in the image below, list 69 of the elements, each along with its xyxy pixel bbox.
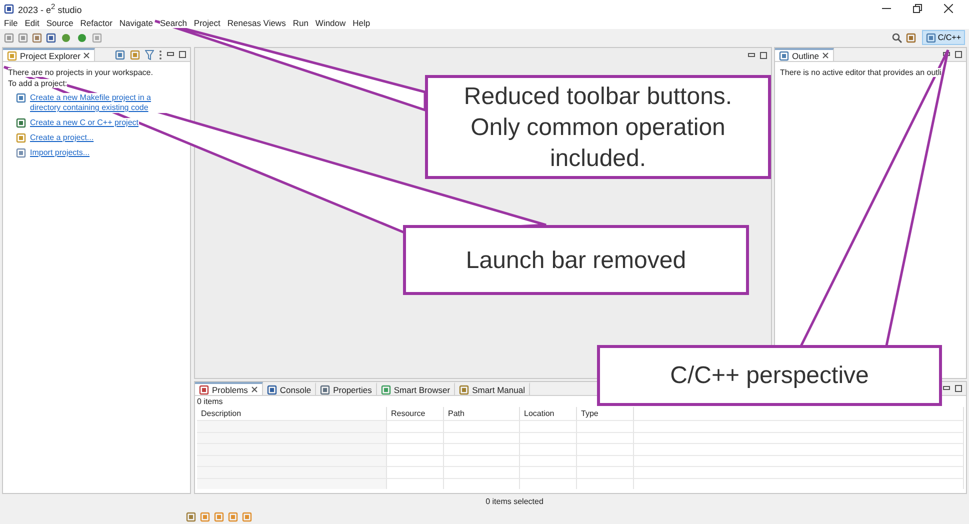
table-cell <box>387 420 444 432</box>
menu-item[interactable]: Refactor <box>80 18 112 28</box>
table-cell <box>577 454 634 466</box>
action-link[interactable]: Import projects... <box>30 148 90 158</box>
view-icon <box>459 384 470 394</box>
minimize-icon[interactable] <box>943 52 950 57</box>
search-icon[interactable] <box>892 32 902 42</box>
menu-item[interactable]: Edit <box>24 18 40 28</box>
table-cell <box>520 478 577 489</box>
table-cell <box>387 432 444 443</box>
menu-item[interactable]: Run <box>292 18 308 28</box>
menu-item[interactable]: File <box>4 18 18 28</box>
minimize-icon[interactable] <box>748 52 755 58</box>
close-icon[interactable] <box>250 386 258 393</box>
item-count: 0 items <box>196 396 224 407</box>
menu-item[interactable]: Source <box>46 18 74 28</box>
maximize-icon[interactable] <box>955 51 962 58</box>
view-icon <box>380 384 391 394</box>
minimize-icon[interactable] <box>943 386 950 391</box>
table-cell <box>520 432 577 443</box>
table-cell <box>387 454 444 466</box>
view-tab[interactable]: Outline <box>775 48 834 61</box>
maximize-icon[interactable] <box>955 385 962 392</box>
menu-item[interactable]: Navigate <box>119 18 153 28</box>
table-cell <box>577 478 634 489</box>
table-cell <box>577 432 634 443</box>
table-cell <box>520 454 577 466</box>
table-cell <box>577 443 634 454</box>
table-cell <box>520 466 577 478</box>
callout-text: C/C++ perspective <box>597 345 942 406</box>
table-cell <box>387 466 444 478</box>
project-icon <box>16 93 26 103</box>
action-link[interactable]: Create a new C or C++ project <box>30 118 138 128</box>
menu-item[interactable]: Help <box>352 18 370 28</box>
window-title: 2023 - e$^{2}$ studio <box>18 2 82 15</box>
menu-item[interactable]: Project <box>194 18 220 28</box>
message-text: There are no projects in your workspace. <box>8 68 153 77</box>
menu-item[interactable]: Search <box>160 18 187 28</box>
toolbar-icon <box>92 32 102 42</box>
menu-item[interactable]: Window <box>315 18 346 28</box>
menu-item[interactable]: Renesas Views <box>227 18 286 28</box>
table-cell <box>520 443 577 454</box>
callout-text: Launch bar removed <box>403 225 749 295</box>
table-cell <box>387 478 444 489</box>
perspective-button[interactable]: C/C++ <box>922 30 965 45</box>
minimize-icon[interactable] <box>167 52 174 57</box>
close-icon[interactable] <box>83 52 90 59</box>
view-tab[interactable]: Project Explorer <box>3 48 96 61</box>
table-cell <box>387 443 444 454</box>
close-icon[interactable] <box>944 4 953 13</box>
app-icon <box>4 4 14 14</box>
restore-icon[interactable] <box>913 4 922 13</box>
action-link[interactable]: Create a project... <box>30 133 94 143</box>
message-text: To add a project: <box>8 79 68 88</box>
view-icon <box>199 384 209 394</box>
filter-icon[interactable] <box>145 50 154 60</box>
message-text: There is no active editor that provides an outli <box>780 68 942 77</box>
view-icon <box>266 384 277 394</box>
view-tab[interactable]: Problems <box>195 382 263 395</box>
maximize-icon[interactable] <box>760 52 767 58</box>
table-cell <box>520 420 577 432</box>
more-icon[interactable] <box>159 50 162 60</box>
table-cell <box>577 466 634 478</box>
maximize-icon[interactable] <box>179 51 186 58</box>
table-cell <box>577 420 634 432</box>
close-icon[interactable] <box>822 52 829 59</box>
callout-text: Reduced toolbar buttons. Only common operation included. <box>425 75 771 179</box>
view-icon <box>320 384 330 394</box>
status-text: 0 items selected <box>484 497 544 506</box>
